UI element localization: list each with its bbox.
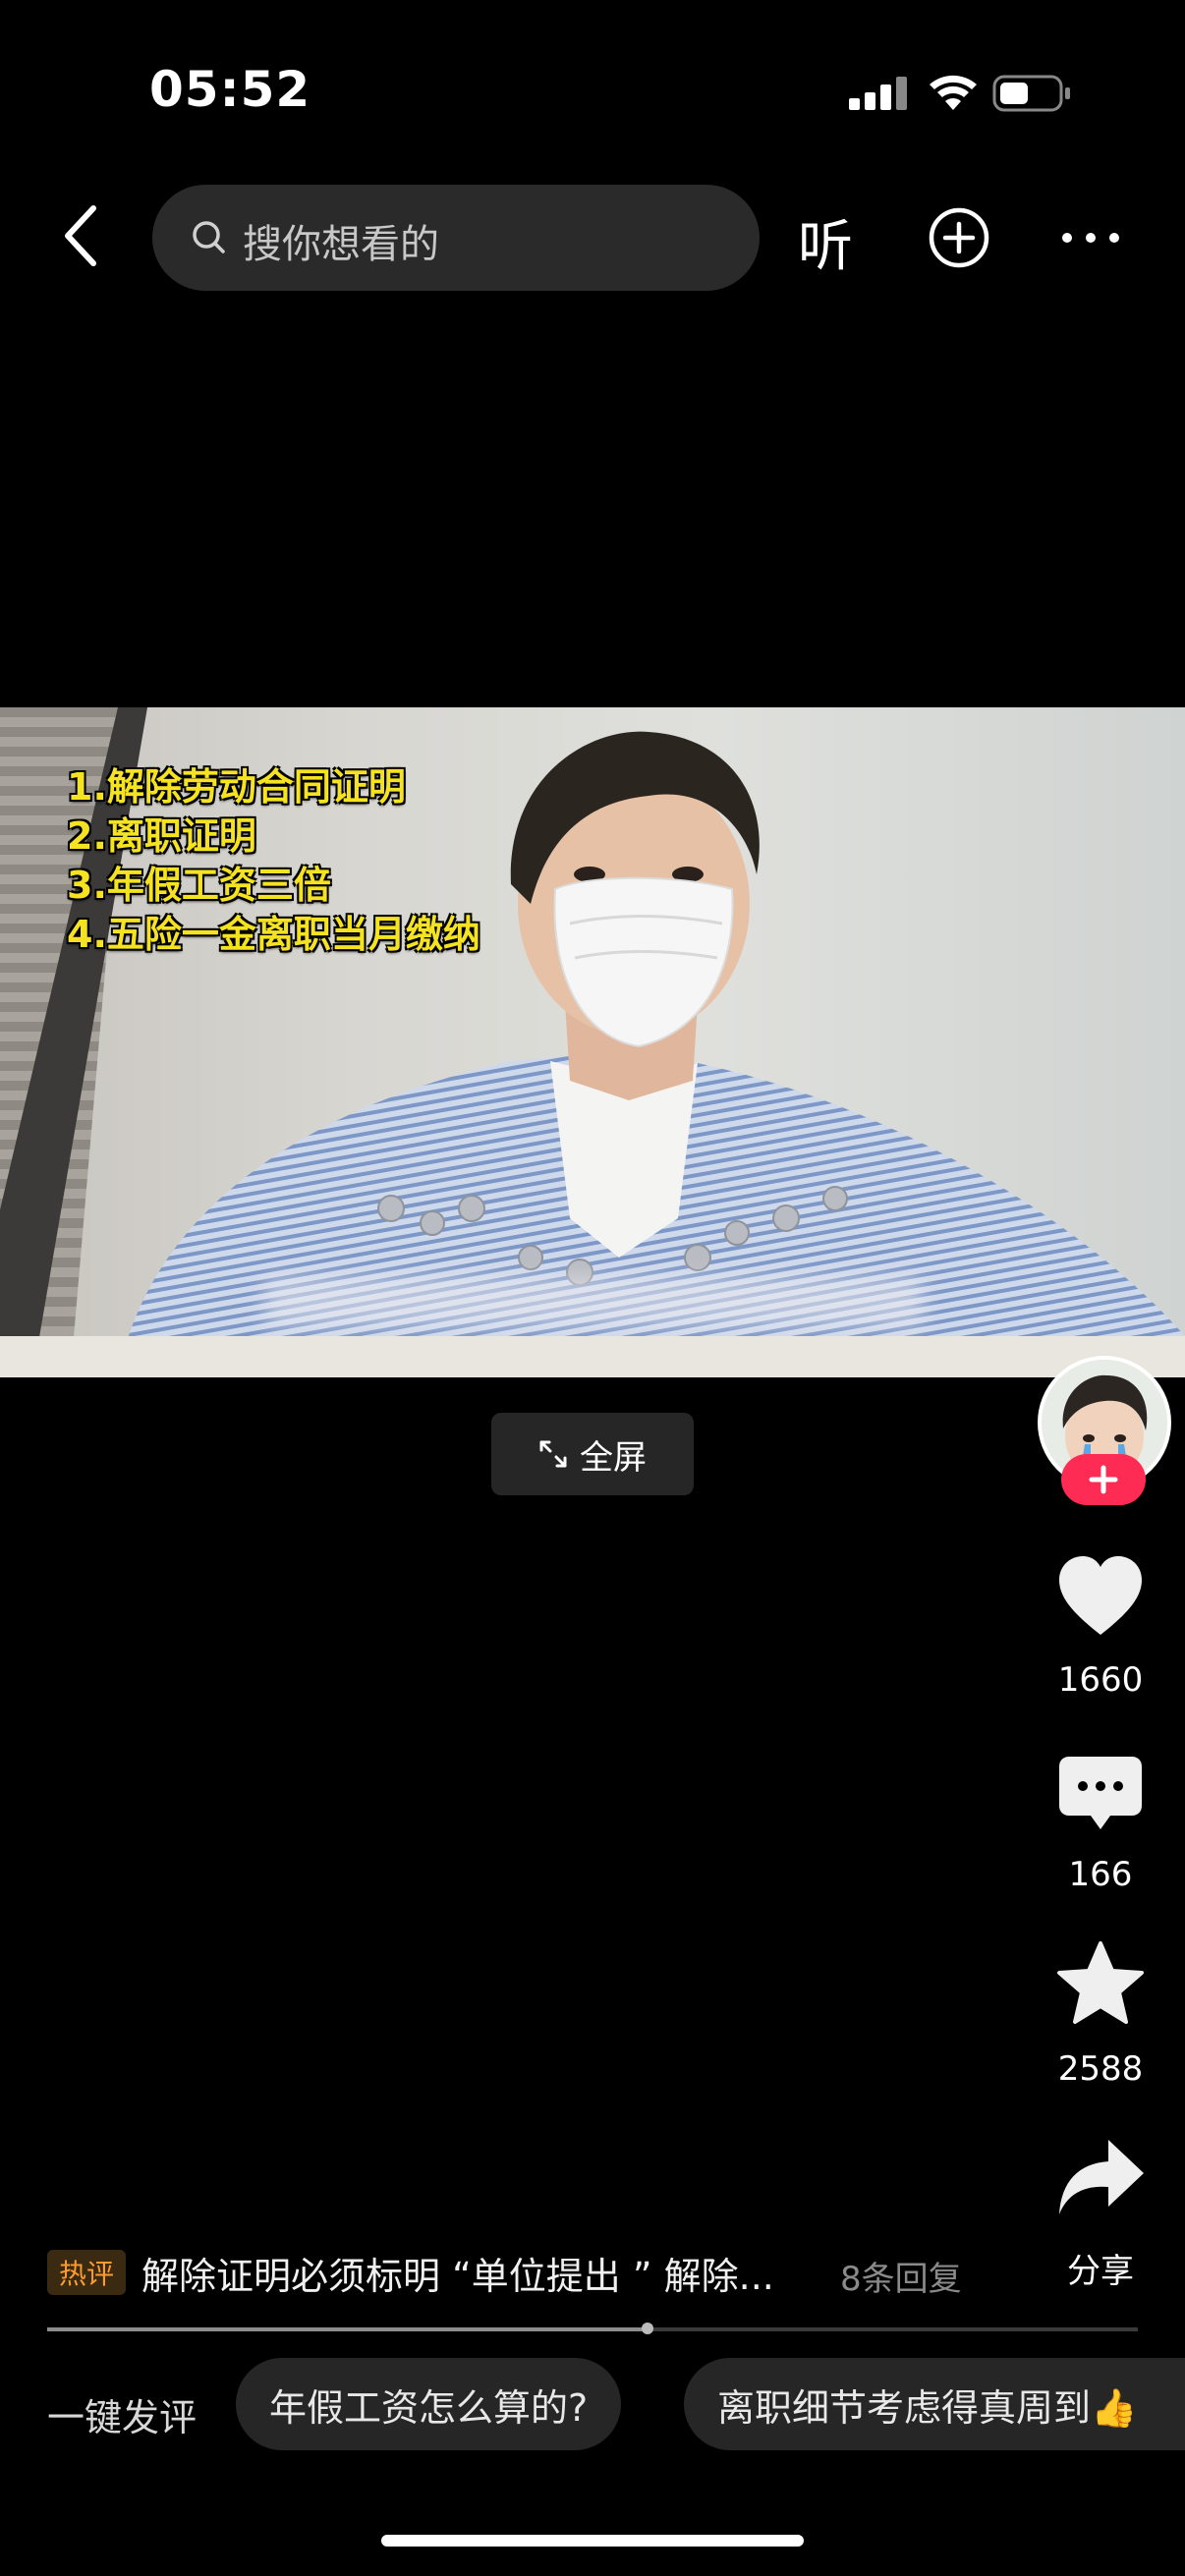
- overlay-line-3: 3.年假工资三倍: [67, 864, 331, 907]
- fullscreen-button[interactable]: 全屏: [491, 1413, 694, 1495]
- comment-count: 166: [1068, 1855, 1133, 1894]
- heart-icon[interactable]: [1053, 1550, 1148, 1645]
- overlay-line-1: 1.解除劳动合同证明: [67, 765, 406, 809]
- listen-button[interactable]: 听: [798, 202, 853, 282]
- comment-icon[interactable]: [1053, 1747, 1148, 1841]
- status-time: 05:52: [149, 61, 311, 118]
- hot-comment-text[interactable]: 解除证明必须标明 “单位提出 ” 解除...: [141, 2246, 774, 2300]
- expand-icon: [539, 1440, 567, 1468]
- status-icons: [849, 75, 1070, 112]
- favorite-count: 2588: [1057, 2049, 1144, 2089]
- search-placeholder: 搜你想看的: [243, 222, 439, 267]
- signal-icon: [849, 77, 907, 110]
- video-player[interactable]: 1.解除劳动合同证明 2.离职证明 3.年假工资三倍 4.五险一金离职当月缴纳: [0, 707, 1185, 1377]
- battery-icon: [992, 75, 1070, 112]
- quick-comment-chip[interactable]: 离职细节考虑得真周到👍: [684, 2358, 1185, 2450]
- back-icon[interactable]: [54, 196, 113, 275]
- hot-comment-replies[interactable]: 8条回复: [840, 2252, 962, 2300]
- quick-comment-chip[interactable]: 年假工资怎么算的?: [236, 2358, 622, 2450]
- plus-icon: [1089, 1465, 1118, 1494]
- video-progress-handle[interactable]: [641, 2323, 653, 2334]
- hot-comment-badge: 热评: [47, 2250, 126, 2295]
- wifi-icon: [930, 75, 977, 110]
- follow-button[interactable]: [1061, 1454, 1146, 1505]
- search-input[interactable]: 搜你想看的: [152, 185, 760, 291]
- overlay-line-2: 2.离职证明: [67, 814, 256, 858]
- blurred-subtitle: [265, 1277, 924, 1326]
- video-progress-fill: [47, 2327, 648, 2331]
- fullscreen-label: 全屏: [580, 1437, 647, 1478]
- overlay-line-4: 4.五险一金离职当月缴纳: [67, 913, 480, 956]
- share-label[interactable]: 分享: [1022, 2244, 1179, 2292]
- home-indicator: [381, 2535, 804, 2547]
- search-icon: [193, 221, 225, 253]
- more-icon[interactable]: [1059, 226, 1122, 250]
- like-count: 1660: [1057, 1660, 1144, 1700]
- desk-edge: [0, 1336, 1185, 1377]
- share-icon[interactable]: [1053, 2132, 1148, 2226]
- star-icon[interactable]: [1053, 1937, 1148, 2032]
- add-icon[interactable]: [928, 206, 990, 269]
- quick-comment-label: 一键发评: [47, 2396, 198, 2439]
